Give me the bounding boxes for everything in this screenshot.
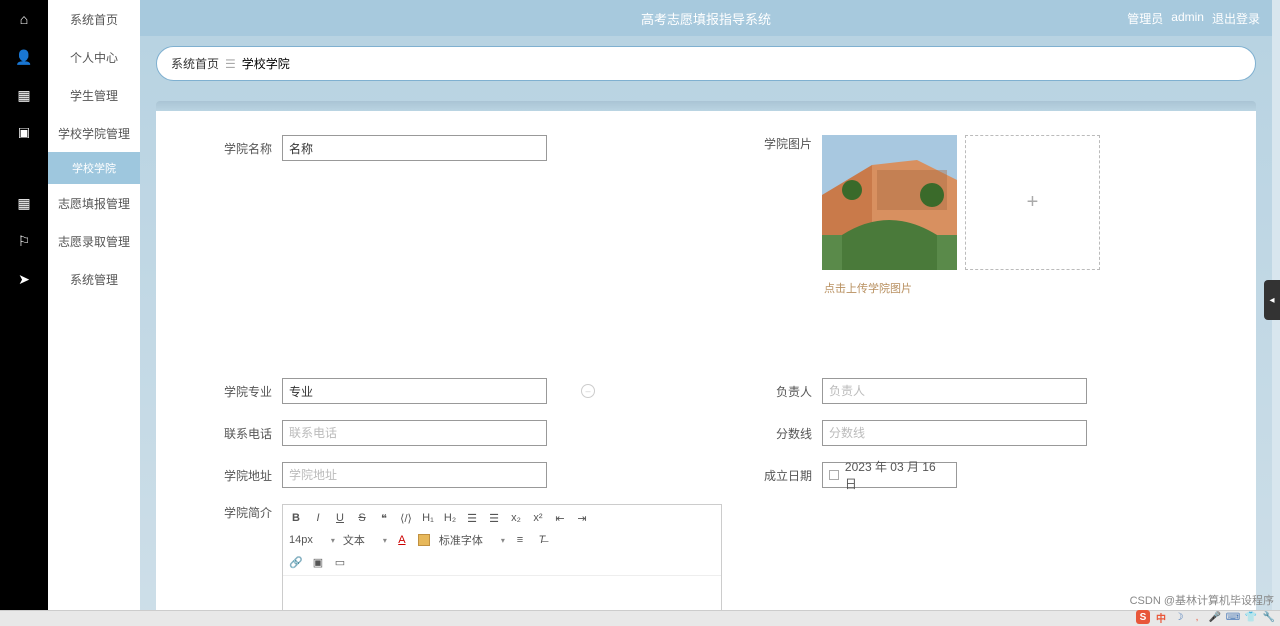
input-score[interactable]: [822, 420, 1087, 446]
content-area: 系统首页 ☰ 学校学院 学院名称 学院图片: [140, 36, 1272, 618]
apps-icon[interactable]: ▦: [0, 184, 48, 222]
label-name: 学院名称: [216, 140, 272, 157]
keyboard-icon[interactable]: ⌨: [1226, 610, 1240, 624]
breadcrumb-current: 学校学院: [242, 55, 290, 72]
italic-icon[interactable]: I: [311, 509, 325, 527]
input-date[interactable]: 2023 年 03 月 16 日: [822, 462, 957, 488]
underline-icon[interactable]: U: [333, 509, 347, 527]
shirt-icon[interactable]: 👕: [1244, 610, 1258, 624]
sidebar-item-profile[interactable]: 个人中心: [48, 38, 140, 76]
user-area: 管理员 admin 退出登录: [1127, 10, 1260, 27]
breadcrumb-sep: ☰: [225, 57, 236, 71]
label-owner: 负责人: [756, 383, 812, 400]
home-icon[interactable]: ⌂: [0, 0, 48, 38]
flag-icon[interactable]: ⚐: [0, 222, 48, 260]
spacer: [0, 152, 48, 184]
bold-icon[interactable]: B: [289, 509, 303, 527]
spacer-row: [216, 312, 1216, 362]
sidebar-subitem-school[interactable]: 学校学院: [48, 152, 140, 184]
quote-icon[interactable]: ❝: [377, 509, 391, 527]
grid-icon[interactable]: ▦: [0, 76, 48, 114]
user-name: admin: [1171, 10, 1204, 27]
label-intro: 学院简介: [216, 504, 272, 521]
h1-icon[interactable]: H₁: [421, 509, 435, 527]
sidebar-item-students[interactable]: 学生管理: [48, 76, 140, 114]
rich-editor: B I U S ❝ ⟨/⟩ H₁ H₂ ☰ ☰ x₂ x² ⇤ ⇥: [282, 504, 722, 618]
clear-icon[interactable]: –: [581, 384, 595, 398]
moon-icon[interactable]: ☽: [1172, 610, 1186, 624]
briefcase-icon[interactable]: 🞕: [0, 114, 48, 152]
watermark: CSDN @基林计算机毕设程序: [1130, 592, 1274, 608]
label-major: 学院专业: [216, 383, 272, 400]
image-icon[interactable]: ▣: [311, 553, 325, 571]
tool-icon[interactable]: 🔧: [1262, 610, 1276, 624]
input-addr[interactable]: [282, 462, 547, 488]
icon-sidebar: ⌂ 👤 ▦ 🞕 ▦ ⚐ ➤: [0, 0, 48, 626]
breadcrumb-home[interactable]: 系统首页: [171, 55, 219, 72]
label-addr: 学院地址: [216, 467, 272, 484]
align-icon[interactable]: ≡: [513, 531, 527, 549]
strike-icon[interactable]: S: [355, 509, 369, 527]
sub-icon[interactable]: x₂: [509, 509, 523, 527]
label-phone: 联系电话: [216, 425, 272, 442]
font-size-select[interactable]: 14px: [289, 534, 335, 546]
breadcrumb: 系统首页 ☰ 学校学院: [156, 46, 1256, 81]
input-phone[interactable]: [282, 420, 547, 446]
form-card: 学院名称 学院图片: [156, 111, 1256, 618]
taskbar: [0, 610, 1280, 626]
input-name[interactable]: [282, 135, 547, 161]
comma-icon[interactable]: ,: [1190, 610, 1204, 624]
calendar-icon: [829, 470, 839, 480]
label-date: 成立日期: [756, 467, 812, 484]
sidebar-item-schools[interactable]: 学校学院管理: [48, 114, 140, 152]
mic-icon[interactable]: 🎤: [1208, 610, 1222, 624]
input-major[interactable]: [282, 378, 547, 404]
block-type-select[interactable]: 文本: [343, 532, 387, 548]
card-shadow: [156, 101, 1256, 111]
sidebar-item-apply[interactable]: 志愿填报管理: [48, 184, 140, 222]
text-sidebar: 系统首页 个人中心 学生管理 学校学院管理 学校学院 志愿填报管理 志愿录取管理…: [48, 0, 140, 626]
code-icon[interactable]: ⟨/⟩: [399, 509, 413, 527]
user-icon[interactable]: 👤: [0, 38, 48, 76]
outdent-icon[interactable]: ⇤: [553, 509, 567, 527]
lang-icon[interactable]: 中: [1154, 610, 1168, 624]
ol-icon[interactable]: ☰: [465, 509, 479, 527]
date-value: 2023 年 03 月 16 日: [845, 458, 950, 492]
video-icon[interactable]: ▭: [333, 553, 347, 571]
label-image: 学院图片: [756, 135, 812, 152]
image-preview[interactable]: [822, 135, 957, 270]
sidebar-item-admit[interactable]: 志愿录取管理: [48, 222, 140, 260]
text-color-icon[interactable]: A: [395, 531, 409, 549]
ul-icon[interactable]: ☰: [487, 509, 501, 527]
upload-hint: 点击上传学院图片: [822, 280, 1100, 296]
upload-box[interactable]: +: [965, 135, 1100, 270]
send-icon[interactable]: ➤: [0, 260, 48, 298]
system-tray: S 中 ☽ , 🎤 ⌨ 👕 🔧: [1136, 610, 1276, 624]
label-score: 分数线: [756, 425, 812, 442]
editor-toolbar: B I U S ❝ ⟨/⟩ H₁ H₂ ☰ ☰ x₂ x² ⇤ ⇥: [283, 505, 721, 576]
indent-icon[interactable]: ⇥: [575, 509, 589, 527]
bg-color-icon[interactable]: [417, 531, 431, 549]
collapse-handle[interactable]: ◂: [1264, 280, 1280, 320]
sup-icon[interactable]: x²: [531, 509, 545, 527]
page-header: 高考志愿填报指导系统 管理员 admin 退出登录: [140, 0, 1272, 36]
font-family-select[interactable]: 标准字体: [439, 532, 505, 548]
clear-format-icon[interactable]: T̶: [535, 531, 549, 549]
h2-icon[interactable]: H₂: [443, 509, 457, 527]
sidebar-item-home[interactable]: 系统首页: [48, 0, 140, 38]
ime-icon[interactable]: S: [1136, 610, 1150, 624]
input-owner[interactable]: [822, 378, 1087, 404]
link-icon[interactable]: 🔗: [289, 553, 303, 571]
user-role: 管理员: [1127, 10, 1163, 27]
plus-icon: +: [1027, 191, 1039, 214]
sidebar-item-system[interactable]: 系统管理: [48, 260, 140, 298]
logout-link[interactable]: 退出登录: [1212, 10, 1260, 27]
app-title: 高考志愿填报指导系统: [641, 9, 771, 28]
